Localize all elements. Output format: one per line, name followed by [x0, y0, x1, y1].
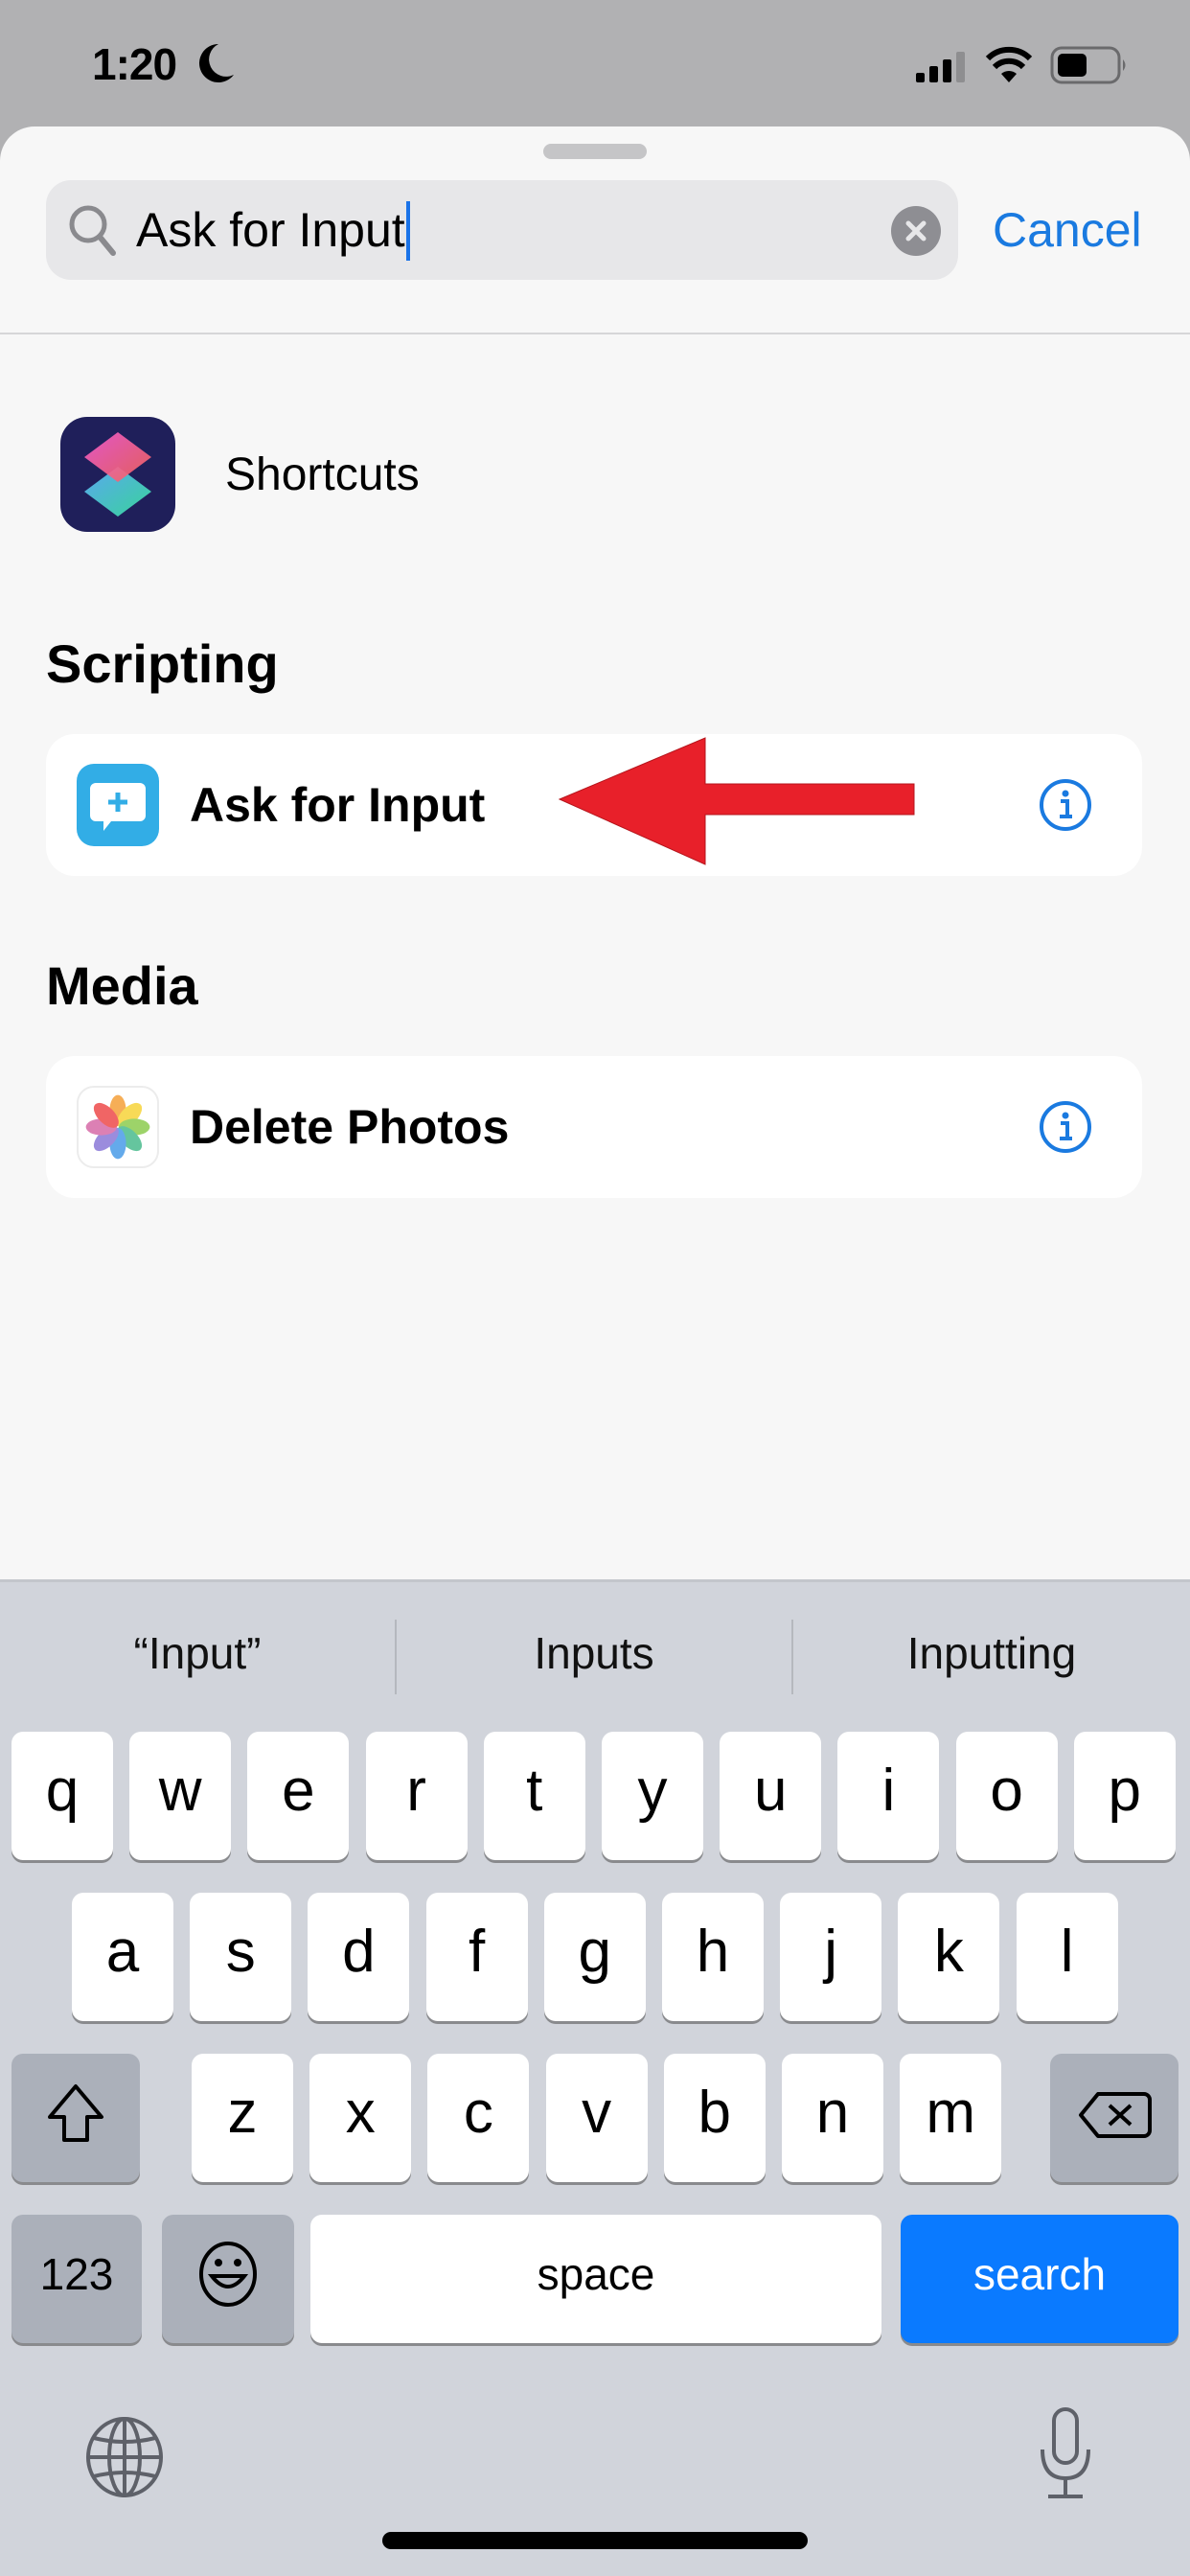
- suggestion-2[interactable]: Inputs: [397, 1624, 791, 1682]
- info-icon[interactable]: [1039, 1100, 1092, 1154]
- search-input-value[interactable]: Ask for Input: [136, 200, 410, 261]
- sheet-grabber[interactable]: [543, 144, 647, 159]
- shift-icon: [48, 2084, 103, 2142]
- suggestion-3[interactable]: Inputting: [793, 1624, 1190, 1682]
- globe-icon[interactable]: [82, 2415, 167, 2499]
- key-n[interactable]: n: [782, 2054, 883, 2182]
- key-a[interactable]: a: [72, 1893, 173, 2021]
- key-e[interactable]: e: [247, 1732, 350, 1860]
- cellular-signal-icon: [916, 52, 965, 82]
- battery-icon: [1050, 46, 1126, 84]
- key-y[interactable]: y: [602, 1732, 703, 1860]
- section-header-media: Media: [46, 955, 198, 1016]
- ask-for-input-icon: [77, 764, 159, 846]
- search-key[interactable]: search: [901, 2215, 1179, 2343]
- suggestion-1[interactable]: “Input”: [0, 1624, 395, 1682]
- microphone-icon[interactable]: [1037, 2405, 1094, 2501]
- photos-app-icon: [77, 1086, 159, 1168]
- key-s[interactable]: s: [190, 1893, 292, 2021]
- action-label: Ask for Input: [190, 778, 486, 832]
- key-v[interactable]: v: [545, 2054, 648, 2182]
- shortcuts-app-icon[interactable]: [60, 417, 175, 532]
- status-time: 1:20: [92, 39, 177, 89]
- emoji-icon: [199, 2242, 257, 2307]
- key-x[interactable]: x: [309, 2054, 412, 2182]
- key-i[interactable]: i: [837, 1732, 940, 1860]
- numbers-key[interactable]: 123: [11, 2215, 142, 2343]
- text-caret: [405, 200, 410, 261]
- shortcuts-logo: [84, 432, 151, 517]
- keyboard-top-border: [0, 1579, 1190, 1582]
- section-header-scripting: Scripting: [46, 633, 279, 694]
- key-q[interactable]: q: [11, 1732, 113, 1860]
- action-row-delete-photos[interactable]: Delete Photos: [46, 1056, 1142, 1198]
- key-j[interactable]: j: [780, 1893, 882, 2021]
- app-result-label[interactable]: Shortcuts: [225, 448, 420, 502]
- space-key[interactable]: space: [310, 2215, 881, 2343]
- shift-key[interactable]: [11, 2054, 140, 2182]
- search-icon: [69, 205, 116, 256]
- divider: [0, 333, 1190, 334]
- red-arrow-annotation: [558, 737, 915, 865]
- key-u[interactable]: u: [720, 1732, 822, 1860]
- action-label: Delete Photos: [190, 1100, 510, 1154]
- info-icon[interactable]: [1039, 778, 1092, 832]
- key-d[interactable]: d: [308, 1893, 410, 2021]
- cancel-button[interactable]: Cancel: [993, 201, 1142, 259]
- key-k[interactable]: k: [898, 1893, 1000, 2021]
- home-indicator: [382, 2532, 808, 2549]
- key-h[interactable]: h: [662, 1893, 764, 2021]
- clear-icon: [905, 220, 927, 242]
- moon-icon: [199, 44, 234, 82]
- key-b[interactable]: b: [663, 2054, 766, 2182]
- key-l[interactable]: l: [1016, 1893, 1118, 2021]
- key-p[interactable]: p: [1073, 1732, 1176, 1860]
- clear-search-button[interactable]: [891, 206, 941, 256]
- key-t[interactable]: t: [483, 1732, 585, 1860]
- emoji-key[interactable]: [162, 2215, 294, 2343]
- key-m[interactable]: m: [900, 2054, 1002, 2182]
- delete-icon: [1079, 2092, 1152, 2138]
- key-r[interactable]: r: [365, 1732, 468, 1860]
- key-z[interactable]: z: [192, 2054, 293, 2182]
- wifi-icon: [985, 46, 1033, 82]
- key-c[interactable]: c: [427, 2054, 530, 2182]
- key-f[interactable]: f: [425, 1893, 528, 2021]
- key-w[interactable]: w: [129, 1732, 232, 1860]
- delete-key[interactable]: [1050, 2054, 1179, 2182]
- key-g[interactable]: g: [543, 1893, 646, 2021]
- key-o[interactable]: o: [955, 1732, 1058, 1860]
